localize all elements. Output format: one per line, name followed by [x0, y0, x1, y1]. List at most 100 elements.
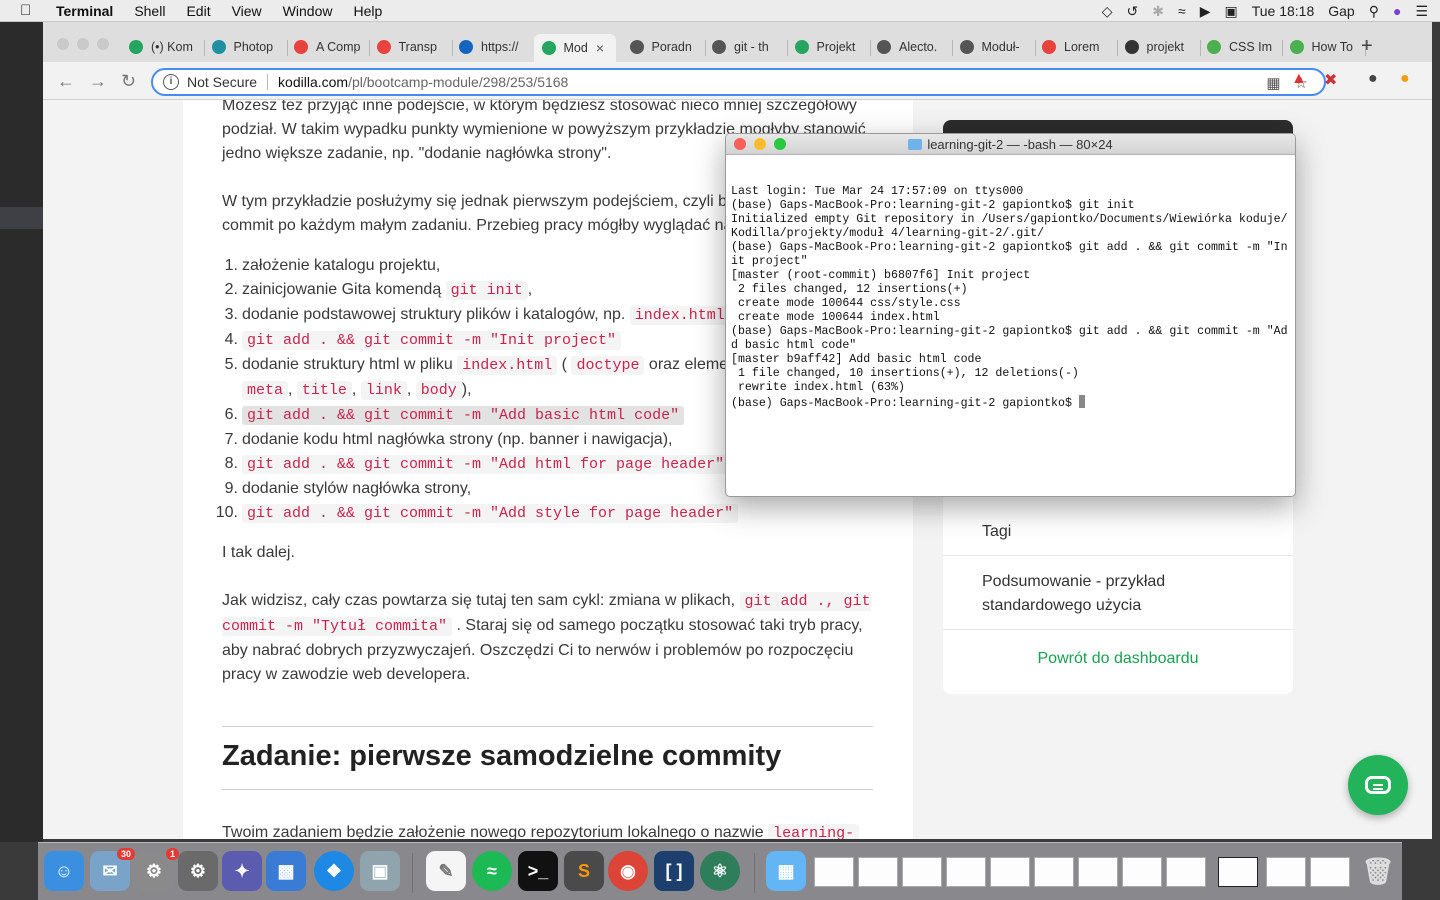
bluetooth-icon[interactable]: ✱ [1152, 3, 1164, 20]
tab-15[interactable]: How To [1289, 35, 1360, 59]
address-bar[interactable]: i Not Secure kodilla.com/pl/bootcamp-mod… [151, 68, 1326, 96]
tab-13[interactable]: projekt [1124, 35, 1195, 59]
time-machine-icon[interactable]: ↺ [1127, 3, 1139, 20]
finder-icon[interactable]: ☺ [44, 851, 84, 891]
siri-icon[interactable]: ● [1393, 3, 1401, 19]
volume-icon[interactable]: ▶ [1200, 3, 1211, 20]
folder-stack-icon[interactable]: ▦ [766, 851, 806, 891]
extension-chart-icon[interactable]: ▲ [1291, 70, 1307, 88]
minimized-window-thumbnail[interactable] [902, 857, 942, 887]
mail-icon[interactable]: ✉ 30 [90, 848, 135, 891]
minimized-window-thumbnail[interactable] [858, 857, 898, 887]
utilities-gear-icon[interactable]: ⚙ [178, 851, 218, 891]
minimized-window-thumbnail[interactable] [946, 857, 986, 887]
spotify-icon[interactable]: ≈ [472, 851, 512, 891]
terminal-output[interactable]: Last login: Tue Mar 24 17:57:09 on ttys0… [726, 155, 1295, 427]
sidebar-item-summary[interactable]: Podsumowanie - przykład standardowego uż… [943, 556, 1293, 630]
terminal-window[interactable]: learning-git-2 — -bash — 80×24 Last logi… [725, 133, 1296, 497]
notification-center-icon[interactable]: ☰ [1415, 3, 1428, 20]
terminal-close-button[interactable] [734, 138, 746, 150]
sidebar-item-tagi[interactable]: Tagi [943, 500, 1293, 556]
terminal-cursor [1078, 395, 1085, 408]
clock[interactable]: Tue 18:18 [1252, 3, 1315, 19]
terminal-title: learning-git-2 — -bash — 80×24 [927, 137, 1113, 152]
minimize-window-button[interactable] [77, 38, 89, 50]
instruments-icon[interactable]: ✦ [222, 851, 262, 891]
minimized-window-thumbnail[interactable] [1078, 857, 1118, 887]
minimized-window-thumbnail[interactable] [1122, 857, 1162, 887]
tab-label: projekt [1146, 40, 1185, 54]
new-tab-button[interactable]: + [1361, 35, 1373, 58]
tab-9[interactable]: Projekt [794, 35, 865, 59]
minimized-window-thumbnail[interactable] [1034, 857, 1074, 887]
nvidia-icon[interactable]: ◇ [1102, 3, 1113, 20]
menu-shell[interactable]: Shell [134, 3, 165, 19]
extension-cross-icon[interactable]: ✖ [1324, 70, 1337, 90]
terminal-titlebar[interactable]: learning-git-2 — -bash — 80×24 [726, 134, 1295, 155]
menu-edit[interactable]: Edit [186, 3, 210, 19]
sublime-text-icon[interactable]: S [564, 851, 604, 891]
tab-11[interactable]: Moduł- [959, 35, 1030, 59]
tab-5[interactable]: https:// [459, 35, 529, 59]
menu-view[interactable]: View [232, 3, 262, 19]
minimized-window-thumbnail[interactable] [814, 857, 854, 887]
battery-icon[interactable]: ▣ [1224, 3, 1237, 20]
tab-8[interactable]: git - th [712, 35, 782, 59]
close-window-button[interactable] [57, 38, 69, 50]
safari-icon[interactable]: ❖ [314, 851, 354, 891]
minimized-window-thumbnail[interactable] [1218, 857, 1258, 887]
terminal-app-icon[interactable]: >_ [518, 851, 558, 891]
spotlight-search-icon[interactable]: ⚲ [1369, 3, 1379, 20]
back-arrow-icon[interactable]: ← [57, 71, 75, 92]
tab-14[interactable]: CSS Im [1207, 35, 1277, 59]
preview-icon[interactable]: ▣ [360, 851, 400, 891]
close-tab-icon[interactable]: × [596, 40, 604, 56]
terminal-zoom-button[interactable] [774, 138, 786, 150]
menu-app-name[interactable]: Terminal [56, 3, 113, 19]
minimized-window-thumbnail[interactable] [990, 857, 1030, 887]
menu-window[interactable]: Window [283, 3, 333, 19]
tab-7[interactable]: Poradn [629, 35, 700, 59]
chat-button[interactable] [1348, 755, 1408, 815]
terminal-line: 1 file changed, 10 insertions(+), 12 del… [731, 367, 1079, 380]
keynote-icon[interactable]: ▩ [266, 851, 306, 891]
tab-12[interactable]: Lorem [1042, 35, 1112, 59]
terminal-line: rewrite index.html (63%) [731, 381, 905, 394]
wifi-icon[interactable]: ≈ [1178, 3, 1186, 19]
macos-menubar:  Terminal Shell Edit View Window Help ◇… [0, 0, 1440, 22]
brackets-icon[interactable]: [ ] [654, 851, 694, 891]
apple-menu-icon[interactable]:  [20, 2, 38, 19]
terminal-minimize-button[interactable] [754, 138, 766, 150]
extension-orange-icon[interactable]: ● [1400, 70, 1410, 88]
tab-3[interactable]: A Comp [294, 35, 364, 59]
profile-avatar[interactable]: ● [1368, 70, 1378, 88]
list-item: 10. git add . && git commit -m "Add style… [216, 501, 882, 526]
user-name[interactable]: Gap [1328, 3, 1354, 19]
back-to-dashboard-link[interactable]: Powrót do dashboardu [943, 650, 1293, 668]
site-info-icon[interactable]: i [163, 74, 179, 90]
tab-1[interactable]: (•) Kom [129, 35, 199, 59]
tab-favicon-icon [129, 40, 143, 54]
chat-bubble-icon [1365, 776, 1391, 794]
tab-10[interactable]: Alecto. [877, 35, 947, 59]
terminal-prompt: (base) Gaps-MacBook-Pro:learning-git-2 g… [731, 397, 1079, 410]
tab-2[interactable]: Photop [211, 35, 282, 59]
chrome-icon[interactable]: ◉ [608, 851, 648, 891]
maximize-window-button[interactable] [97, 38, 109, 50]
trash-icon[interactable]: 🗑 [1358, 851, 1398, 891]
textedit-icon[interactable]: ✎ [426, 851, 466, 891]
security-indicator[interactable]: Not Secure [187, 74, 257, 90]
tab-6[interactable]: Mod × [533, 34, 616, 62]
minimized-window-thumbnail[interactable] [1266, 857, 1306, 887]
tab-favicon-icon [1124, 40, 1139, 54]
reload-icon[interactable]: ↻ [121, 71, 136, 92]
minimized-window-thumbnail[interactable] [1166, 857, 1206, 887]
translate-icon[interactable]: ▦ [1266, 74, 1280, 92]
minimized-window-thumbnail[interactable] [1310, 857, 1350, 887]
menu-help[interactable]: Help [353, 3, 382, 19]
tab-4[interactable]: Transp [376, 35, 447, 59]
terminal-line: d basic html code" [731, 339, 857, 352]
atom-icon[interactable]: ⚛ [700, 851, 740, 891]
forward-arrow-icon[interactable]: → [89, 71, 107, 92]
system-preferences-icon[interactable]: ⚙ 1 [134, 848, 179, 891]
